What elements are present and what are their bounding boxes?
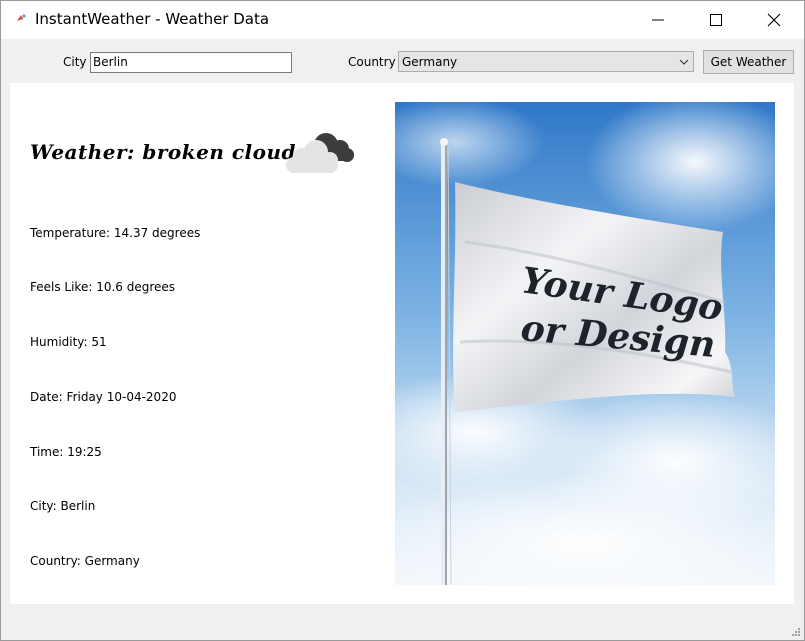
title-bar: InstantWeather - Weather Data — [1, 1, 804, 39]
date-text: Date: Friday 10-04-2020 — [30, 390, 177, 404]
close-button[interactable] — [745, 1, 803, 39]
maximize-icon — [710, 14, 722, 26]
app-window: InstantWeather - Weather Data City Count… — [0, 0, 805, 641]
minimize-icon — [652, 19, 664, 21]
weather-panel: Weather: broken clouds Temperature: 14.3… — [10, 83, 794, 604]
city-text: City: Berlin — [30, 499, 96, 513]
country-selected-value: Germany — [402, 55, 458, 69]
weather-heading: Weather: broken clouds — [30, 140, 308, 164]
humidity-text: Humidity: 51 — [30, 335, 107, 349]
city-label: City — [63, 55, 87, 69]
close-icon — [767, 13, 781, 27]
window-title: InstantWeather - Weather Data — [35, 10, 270, 28]
get-weather-button[interactable]: Get Weather — [703, 50, 794, 74]
broken-clouds-icon — [286, 133, 354, 173]
flag-image: Your Logo or Design — [395, 102, 775, 585]
country-text: Country: Germany — [30, 554, 140, 568]
country-label: Country — [348, 55, 396, 69]
time-text: Time: 19:25 — [30, 445, 102, 459]
maximize-button[interactable] — [687, 1, 745, 39]
app-icon — [15, 12, 27, 24]
temperature-text: Temperature: 14.37 degrees — [30, 226, 201, 240]
chevron-down-icon — [679, 59, 689, 65]
city-input[interactable] — [90, 52, 292, 73]
resize-grip-icon[interactable] — [791, 627, 801, 637]
feels-like-text: Feels Like: 10.6 degrees — [30, 280, 176, 294]
country-dropdown[interactable]: Germany — [398, 51, 694, 72]
minimize-button[interactable] — [629, 1, 687, 39]
